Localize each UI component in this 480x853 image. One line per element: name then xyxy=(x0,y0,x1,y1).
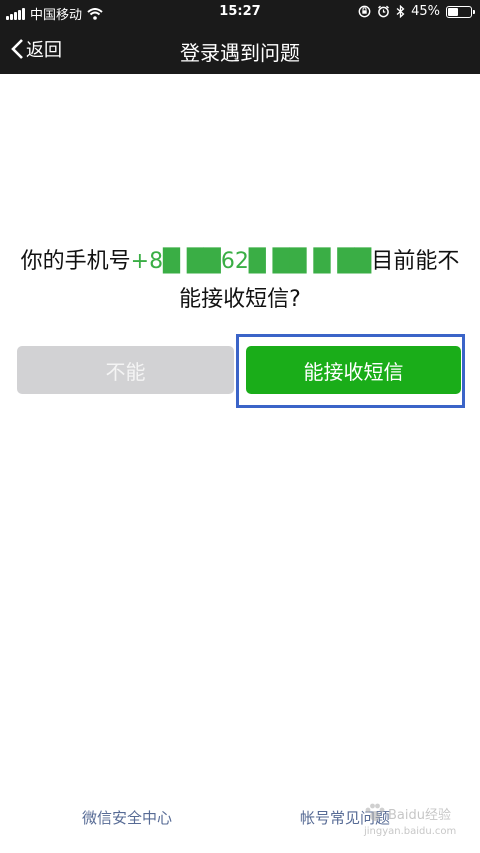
bluetooth-icon xyxy=(396,5,405,18)
watermark-url: jingyan.baidu.com xyxy=(364,826,457,837)
battery-icon xyxy=(446,5,475,18)
question-text: 你的手机号+8█ ██62█ ██ █ ██目前能不能接收短信? xyxy=(14,243,466,319)
page-title: 登录遇到问题 xyxy=(180,41,300,65)
security-center-link[interactable]: 微信安全中心 xyxy=(82,807,172,828)
watermark-text: Baidu经验 xyxy=(388,808,451,823)
status-bar: 中国移动 15:27 45% xyxy=(0,0,480,26)
nav-bar: 返回 登录遇到问题 xyxy=(0,26,480,74)
question-prefix: 你的手机号 xyxy=(20,249,131,274)
alarm-clock-icon xyxy=(378,5,390,18)
battery-percent: 45% xyxy=(411,4,440,19)
can-receive-sms-button[interactable]: 能接收短信 xyxy=(246,346,461,394)
watermark: Baidu经验 jingyan.baidu.com xyxy=(364,800,474,846)
cannot-receive-button[interactable]: 不能 xyxy=(17,346,234,394)
orientation-lock-icon xyxy=(358,5,371,18)
phone-number: +8█ ██62█ ██ █ ██ xyxy=(130,249,372,274)
paw-logo-icon xyxy=(365,803,385,821)
status-right: 45% xyxy=(358,4,475,19)
battery-fill xyxy=(448,7,458,16)
